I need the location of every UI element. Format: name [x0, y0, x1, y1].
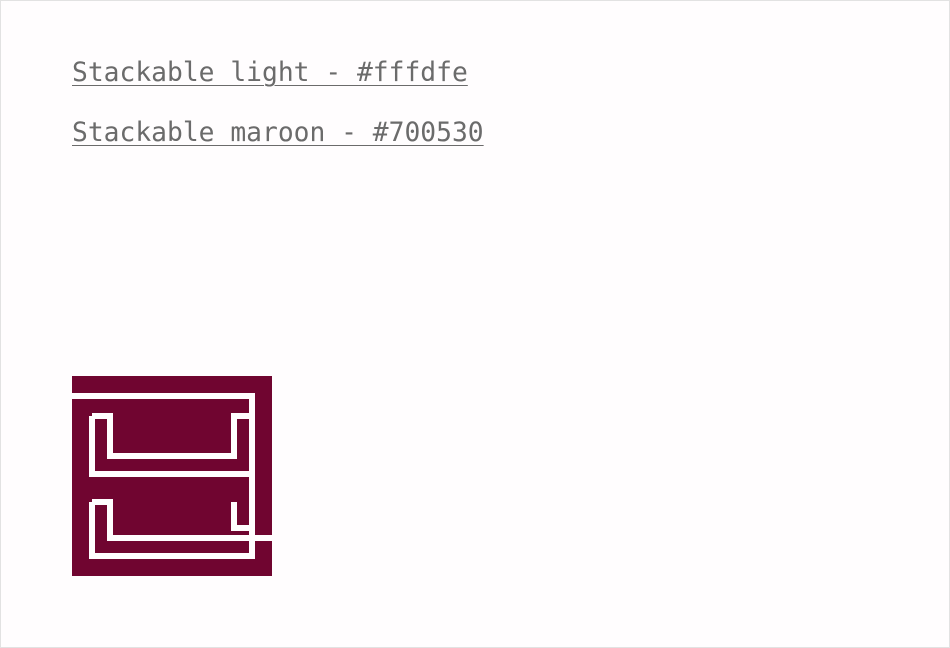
stackable-s-logo-icon — [72, 376, 272, 576]
color-link-maroon[interactable]: Stackable maroon - #700530 — [72, 117, 484, 149]
color-link-light[interactable]: Stackable light - #fffdfe — [72, 57, 468, 89]
brand-colors-page: Stackable light - #fffdfe Stackable maro… — [0, 0, 950, 648]
